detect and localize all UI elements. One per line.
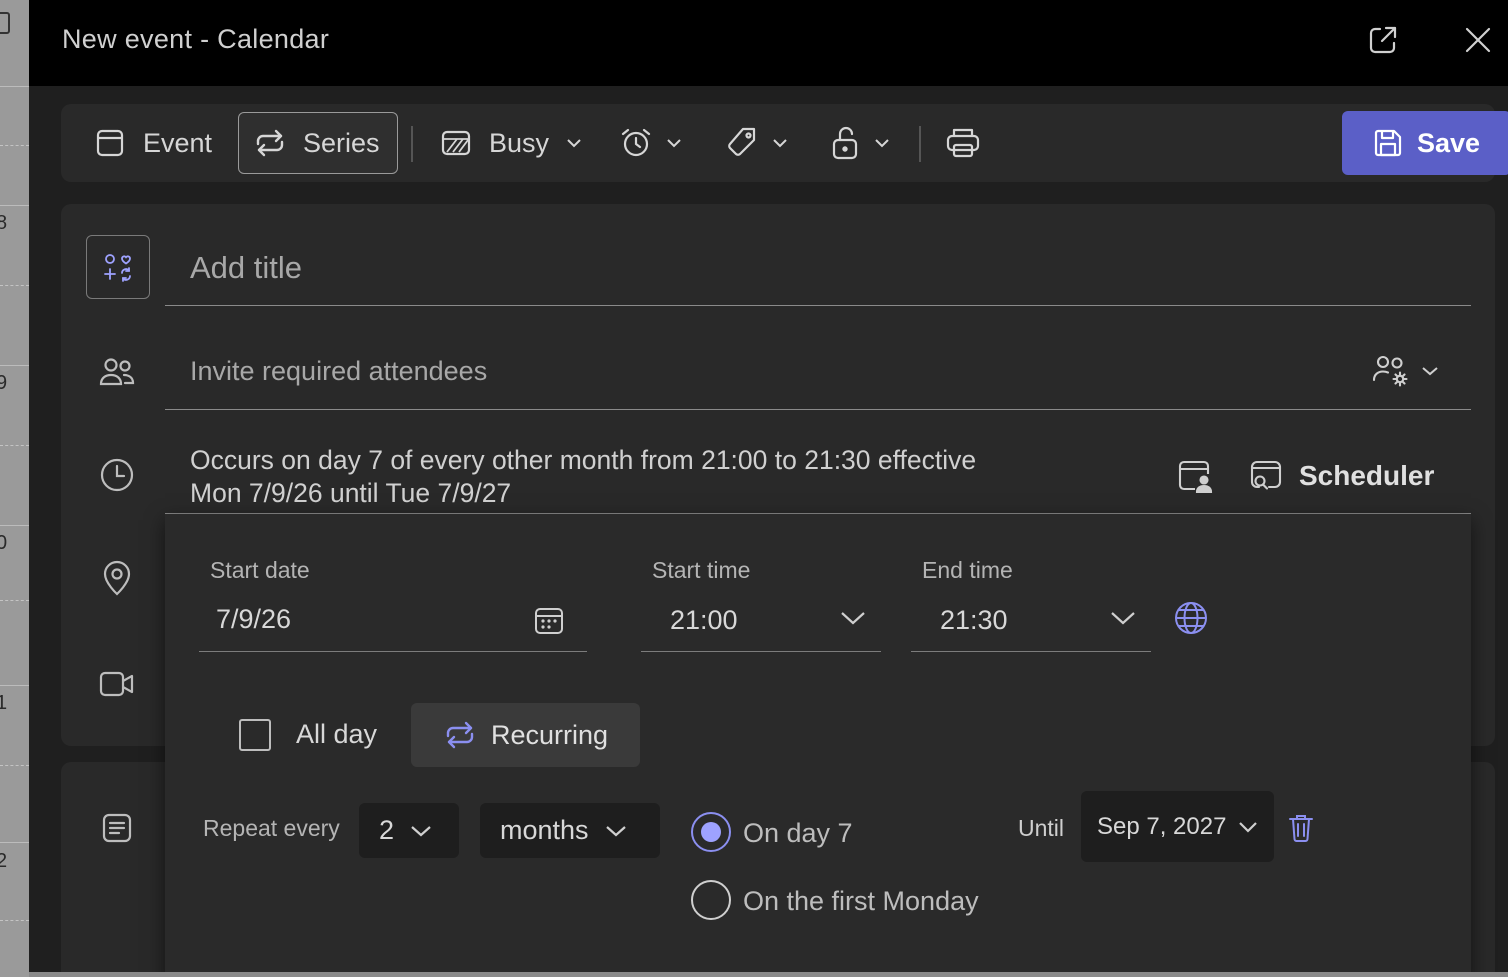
on-day-radio[interactable] [691,812,731,852]
hour-label: 0 [0,532,8,554]
start-date-label: Start date [210,557,310,583]
show-as-dropdown[interactable]: Busy [441,112,583,174]
hour-label: 8 [0,212,8,234]
start-time-dropdown[interactable] [839,608,867,628]
time-zone-button[interactable] [1173,600,1209,636]
start-time-label: Start time [652,557,751,583]
video-camera-icon [97,664,137,704]
hour-label: 9 [0,372,8,394]
globe-icon [1175,602,1207,634]
repeat-every-label: Repeat every [203,815,340,841]
chevron-down-icon [841,612,865,625]
recurring-button[interactable]: Recurring [411,703,640,767]
delete-recurrence-button[interactable] [1285,812,1317,844]
scheduler-label: Scheduler [1299,460,1435,491]
alarm-clock-icon [621,128,651,157]
save-button[interactable]: Save [1342,111,1508,175]
chevron-down-icon [875,139,889,148]
trash-icon [1289,815,1313,842]
calendar-icon [535,608,563,634]
attendee-options-button[interactable] [1365,353,1445,389]
calendar-icon [96,129,124,157]
emoji-shapes-icon [104,254,131,282]
availability-button[interactable] [1175,457,1215,495]
toolbar: Event Series Busy Save [61,104,1508,182]
end-time-dropdown[interactable] [1109,608,1137,628]
chevron-down-icon [1239,821,1258,833]
busy-status-icon [441,130,471,156]
close-icon [1465,27,1491,53]
on-weekday-radio[interactable] [691,880,731,920]
series-button[interactable]: Series [238,112,398,174]
repeat-interval-dropdown[interactable]: 2 [359,803,459,858]
chevron-down-icon [567,139,581,148]
pop-out-icon [1369,26,1397,54]
end-time-label: End time [922,557,1013,583]
recurring-label: Recurring [490,719,609,750]
chevron-down-icon [1422,367,1438,376]
repeat-icon [256,129,284,157]
attendees-icon [97,354,137,390]
hour-label: 1 [0,692,8,714]
new-event-window: New event - Calendar Event Series Busy S… [29,0,1508,972]
until-label: Until [1018,815,1065,841]
chevron-down-icon [605,825,626,836]
event-button[interactable]: Event [81,112,229,174]
title-input[interactable]: Add title [190,250,302,286]
floppy-disk-icon [1374,129,1402,157]
close-button[interactable] [1458,20,1498,60]
all-day-label: All day [296,719,378,749]
scheduler-button[interactable]: Scheduler [1249,455,1449,497]
series-label: Series [303,127,380,158]
event-label: Event [143,127,213,158]
hour-label: 2 [0,850,8,872]
on-weekday-label: On the first Monday [743,886,979,916]
unlock-icon [832,126,858,160]
chevron-down-icon [667,139,681,148]
pop-out-button[interactable] [1363,20,1403,60]
chevron-down-icon [1111,612,1135,625]
end-time-input[interactable]: 21:30 [940,605,1008,636]
date-picker-button[interactable] [533,604,565,638]
start-date-input[interactable]: 7/9/26 [216,604,291,635]
save-label: Save [1416,127,1481,158]
all-day-checkbox[interactable] [239,719,271,751]
start-time-input[interactable]: 21:00 [670,605,738,636]
on-day-label: On day 7 [743,818,853,848]
tag-icon [728,127,756,156]
event-icon-picker[interactable] [86,235,150,299]
description-icon [97,808,137,848]
reminder-dropdown[interactable] [619,112,689,174]
people-settings-icon [1372,355,1408,387]
scheduler-icon [1250,460,1282,490]
background-calendar-strip: 8 9 0 1 2 [0,0,29,977]
privacy-dropdown[interactable] [831,112,901,174]
category-dropdown[interactable] [725,112,795,174]
until-date-dropdown[interactable]: Sep 7, 2027 [1081,791,1274,862]
printer-icon [946,128,980,158]
occurrence-summary[interactable]: Occurs on day 7 of every other month fro… [190,444,976,510]
busy-label: Busy [489,127,550,158]
window-title: New event - Calendar [62,24,330,54]
repeat-unit-dropdown[interactable]: months [480,803,660,858]
chevron-down-icon [773,139,787,148]
print-button[interactable] [945,112,985,174]
chevron-down-icon [411,825,431,836]
clock-icon [97,455,137,495]
location-icon [97,558,137,598]
date-time-panel: Start date 7/9/26 Start time 21:00 End t… [165,514,1471,972]
repeat-icon [446,721,474,749]
calendar-person-icon [1178,460,1213,494]
collapse-pane-icon [0,12,10,34]
attendees-input[interactable]: Invite required attendees [190,356,487,387]
title-bar: New event - Calendar [29,0,1508,86]
